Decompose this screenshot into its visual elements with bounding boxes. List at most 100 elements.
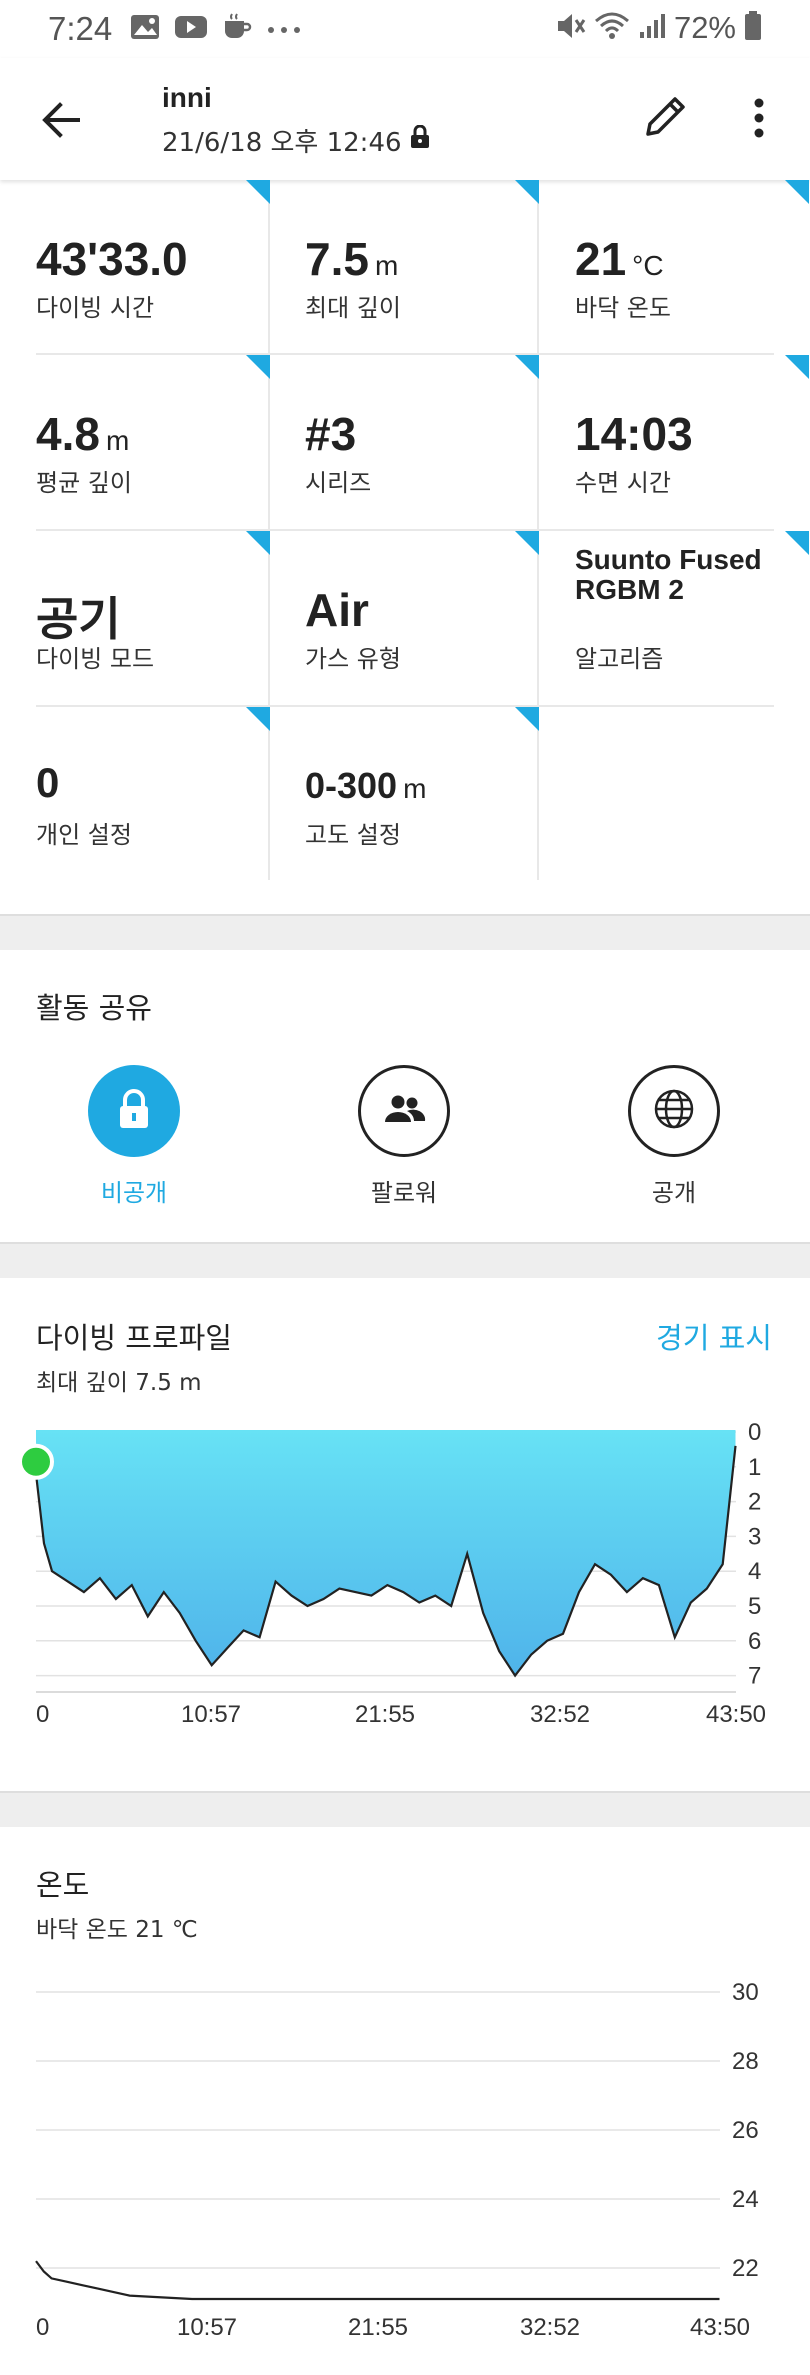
stats-grid: 43'33.0 다이빙 시간 7.5 m 최대 깊이 21 °C 바닥 온도 4.8… [0,180,810,880]
stat-value: 7.5 [305,233,369,285]
stat-algorithm[interactable]: Suunto Fused RGBM 2 알고리즘 [539,531,809,707]
stat-label: 평균 깊이 [36,469,132,497]
stat-label: 알고리즘 [575,645,664,673]
share-title: 활동 공유 [36,991,152,1025]
stat-bottom-temp[interactable]: 21 °C 바닥 온도 [539,180,809,356]
share-public-circle [628,1065,720,1157]
share-private-label: 비공개 [100,1179,168,1207]
temp-x-tick: 21:55 [348,2314,408,2341]
share-followers-button[interactable]: 팔로워 [314,1065,494,1208]
stat-value: 21 [575,233,627,285]
stat-value: 43'33.0 [36,233,188,285]
dive-profile-subtitle: 최대 깊이 7.5 m [36,1370,202,1396]
start-marker [18,1443,54,1480]
signal-icon [638,12,666,44]
temperature-line [35,2260,720,2301]
temp-y-tick: 22 [732,2255,759,2282]
activity-title: inni [162,82,212,113]
stat-label: 바닥 온도 [575,294,671,322]
section-separator [0,1791,810,1827]
depth-area [36,1430,736,1676]
depth-y-tick: 3 [748,1523,761,1550]
depth-y-tick: 4 [748,1558,761,1585]
activity-date-text: 21/6/18 오후 12:46 [162,128,402,158]
corner-triangle-icon [246,180,270,204]
status-time: 7:24 [48,10,113,47]
corner-triangle-icon [246,531,270,555]
show-alerts-link[interactable]: 경기 표시 [656,1315,772,1357]
stat-label: 개인 설정 [36,821,132,849]
wifi-icon [594,11,630,45]
corner-triangle-icon [785,531,809,555]
corner-triangle-icon [515,180,539,204]
status-right: 72% [554,10,762,46]
corner-triangle-icon [246,355,270,379]
more-vert-icon[interactable] [744,94,774,148]
share-public-button[interactable]: 공개 [584,1065,764,1208]
notification-icons [130,13,302,45]
edit-pencil-icon[interactable] [638,88,694,144]
depth-x-tick: 10:57 [181,1701,241,1728]
stat-dive-time[interactable]: 43'33.0 다이빙 시간 [0,180,270,356]
temp-y-tick: 28 [732,2048,759,2075]
app-header: inni 21/6/18 오후 12:46 [0,58,810,180]
battery-icon [744,11,762,45]
share-public-label: 공개 [651,1179,697,1207]
corner-triangle-icon [515,355,539,379]
globe-icon [652,1087,696,1135]
stat-value: 4.8 [36,408,100,460]
stat-avg-depth[interactable]: 4.8 m 평균 깊이 [0,355,270,531]
mute-icon [554,11,586,45]
depth-y-tick: 1 [748,1454,761,1481]
stat-dive-mode[interactable]: 공기 다이빙 모드 [0,531,270,707]
activity-date: 21/6/18 오후 12:46 [162,122,430,159]
stat-gas-type[interactable]: Air 가스 유형 [269,531,539,707]
temp-y-tick: 30 [732,1979,759,2006]
stat-label: 최대 깊이 [305,294,401,322]
status-bar: 7:24 72% [0,0,810,58]
people-icon [381,1094,427,1128]
stat-max-depth[interactable]: 7.5 m 최대 깊이 [269,180,539,356]
stat-value: 14:03 [575,408,693,460]
depth-x-tick: 43:50 [706,1701,766,1728]
dive-profile-chart[interactable]: 0 1 2 3 4 5 6 7 0 10:57 21:55 32:52 43:50 [0,1400,810,1740]
stat-unit: m [374,250,399,281]
corner-triangle-icon [785,180,809,204]
stat-value: 0 [36,759,60,806]
share-followers-circle [358,1065,450,1157]
stat-surface-time[interactable]: 14:03 수면 시간 [539,355,809,531]
image-icon [130,14,160,44]
lock-icon [116,1088,152,1134]
stat-altitude-setting[interactable]: 0-300 m 고도 설정 [269,707,539,883]
back-arrow-icon[interactable] [38,96,86,144]
temp-x-tick: 43:50 [690,2314,750,2341]
temp-x-tick: 32:52 [520,2314,580,2341]
depth-y-tick: 2 [748,1489,761,1516]
corner-triangle-icon [515,531,539,555]
more-notifications-icon [266,20,302,39]
stat-unit: °C [632,250,664,281]
stat-value: 공기 [36,593,121,645]
stat-value: #3 [305,408,357,460]
temp-y-tick: 24 [732,2186,759,2213]
temperature-chart[interactable]: 22 24 26 28 30 0 10:57 21:55 32:52 43:50 [0,1960,810,2375]
temp-y-tick: 26 [732,2117,759,2144]
depth-x-tick: 0 [36,1701,49,1728]
corner-triangle-icon [515,707,539,731]
section-separator [0,1242,810,1278]
corner-triangle-icon [246,707,270,731]
depth-y-tick: 0 [748,1419,761,1446]
youtube-icon [174,14,208,44]
corner-triangle-icon [785,355,809,379]
share-private-button[interactable]: 비공개 [44,1065,224,1208]
temp-x-tick: 0 [36,2314,49,2341]
dive-profile-title: 다이빙 프로파일 [36,1321,232,1355]
depth-y-tick: 7 [748,1663,761,1690]
stat-value: Air [305,584,369,636]
depth-y-tick: 5 [748,1593,761,1620]
stat-personal-setting[interactable]: 0 개인 설정 [0,707,270,883]
temp-x-tick: 10:57 [177,2314,237,2341]
stat-series[interactable]: #3 시리즈 [269,355,539,531]
coffee-icon [222,13,252,45]
share-private-circle [88,1065,180,1157]
